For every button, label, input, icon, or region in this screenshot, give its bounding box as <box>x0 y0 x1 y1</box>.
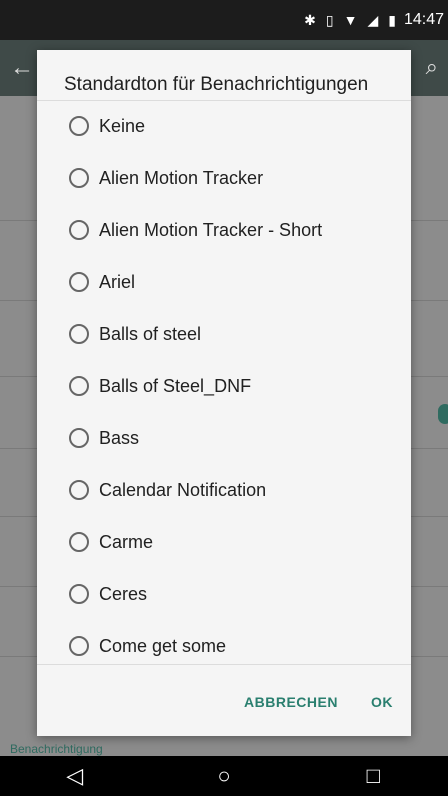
ringtone-list[interactable]: Keine Alien Motion Tracker Alien Motion … <box>37 100 411 662</box>
ringtone-option[interactable]: Carme <box>37 516 411 568</box>
radio-button-icon[interactable] <box>69 272 89 292</box>
battery-icon: ▮ <box>388 11 396 28</box>
option-label: Keine <box>99 115 146 136</box>
option-label: Come get some <box>99 635 227 656</box>
radio-button-icon[interactable] <box>69 584 89 604</box>
status-time: 14:47 <box>403 11 444 28</box>
ringtone-option[interactable]: Alien Motion Tracker - Short <box>37 204 411 256</box>
vibrate-icon: ▯ <box>325 11 334 28</box>
ok-button[interactable]: OK <box>371 694 393 710</box>
back-nav-icon[interactable]: ◁ <box>0 763 149 789</box>
back-arrow-icon[interactable]: ← <box>10 54 34 82</box>
navigation-bar: ◁ ○ □ <box>0 756 448 796</box>
radio-button-icon[interactable] <box>69 324 89 344</box>
option-label: Balls of Steel_DNF <box>99 375 252 396</box>
bg-section-notification: Benachrichtigung <box>10 742 103 756</box>
ringtone-option[interactable]: Keine <box>37 100 411 152</box>
bg-toggle <box>438 404 448 424</box>
radio-button-icon[interactable] <box>69 428 89 448</box>
radio-button-icon[interactable] <box>69 376 89 396</box>
wifi-icon: ▼ <box>343 12 358 28</box>
ringtone-option[interactable]: Come get some <box>37 620 411 662</box>
ringtone-option[interactable]: Ariel <box>37 256 411 308</box>
option-label: Bass <box>99 427 140 448</box>
radio-button-icon[interactable] <box>69 168 89 188</box>
ringtone-option[interactable]: Balls of steel <box>37 308 411 360</box>
cancel-button[interactable]: ABBRECHEN <box>244 694 338 710</box>
option-label: Alien Motion Tracker - Short <box>99 219 323 240</box>
bluetooth-icon: ✱ <box>304 11 316 28</box>
option-label: Ariel <box>99 271 136 292</box>
radio-button-icon[interactable] <box>69 220 89 240</box>
radio-button-icon[interactable] <box>69 480 89 500</box>
signal-icon: ◢ <box>367 11 379 28</box>
dialog-divider-bottom <box>37 664 411 665</box>
dialog-title: Standardton für Benachrichtigungen <box>64 74 369 95</box>
option-label: Alien Motion Tracker <box>99 167 264 188</box>
ringtone-option[interactable]: Bass <box>37 412 411 464</box>
ringtone-option[interactable]: Ceres <box>37 568 411 620</box>
status-bar: ✱ ▯ ▼ ◢ ▮ 14:47 <box>0 0 448 40</box>
option-label: Carme <box>99 531 154 552</box>
radio-button-icon[interactable] <box>69 116 89 136</box>
ringtone-option[interactable]: Balls of Steel_DNF <box>37 360 411 412</box>
recents-nav-icon[interactable]: □ <box>299 763 448 789</box>
option-label: Ceres <box>99 583 148 604</box>
radio-button-icon[interactable] <box>69 532 89 552</box>
home-nav-icon[interactable]: ○ <box>149 763 298 789</box>
option-label: Calendar Notification <box>99 479 267 500</box>
search-icon[interactable]: ⌕ <box>426 54 438 80</box>
radio-button-icon[interactable] <box>69 636 89 656</box>
ringtone-option[interactable]: Alien Motion Tracker <box>37 152 411 204</box>
ringtone-dialog: Standardton für Benachrichtigungen Keine… <box>37 50 411 736</box>
ringtone-option[interactable]: Calendar Notification <box>37 464 411 516</box>
option-label: Balls of steel <box>99 323 202 344</box>
